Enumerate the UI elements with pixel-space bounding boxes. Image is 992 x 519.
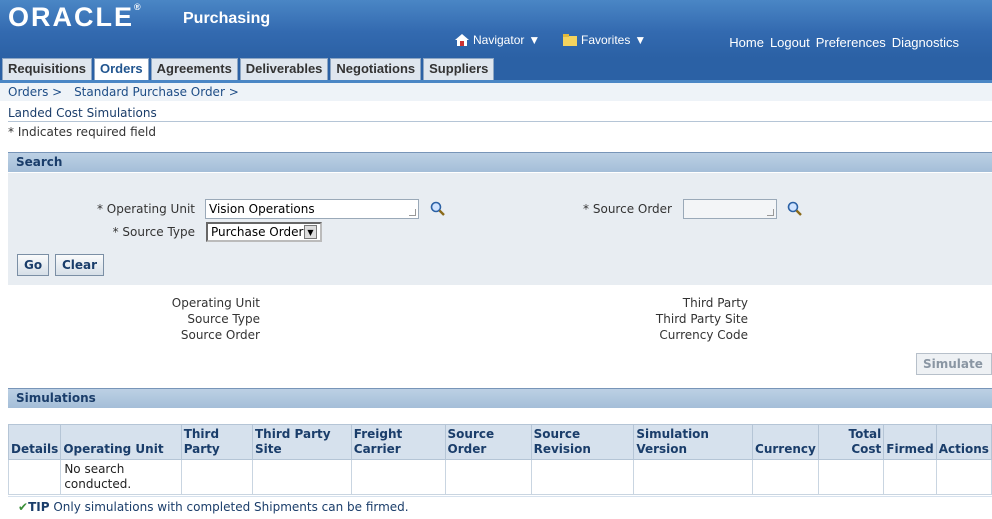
tab-orders[interactable]: Orders bbox=[94, 58, 149, 80]
table-header-row: Details Operating Unit Third Party Third… bbox=[7, 424, 992, 460]
table-cell bbox=[7, 459, 62, 495]
info-third-party: Third Party bbox=[682, 296, 748, 310]
search-lov-icon[interactable] bbox=[430, 201, 446, 217]
tab-bar: Requisitions Orders Agreements Deliverab… bbox=[0, 58, 992, 80]
tab-requisitions[interactable]: Requisitions bbox=[2, 58, 93, 80]
source-type-value: Purchase Order bbox=[211, 225, 304, 239]
search-lov-icon[interactable] bbox=[787, 201, 803, 217]
table-cell bbox=[530, 459, 635, 495]
info-third-party-site: Third Party Site bbox=[655, 312, 748, 326]
go-button[interactable]: Go bbox=[17, 254, 50, 276]
simulate-button[interactable]: Simulate bbox=[916, 353, 992, 375]
column-source-order: Source Order bbox=[444, 424, 532, 460]
tip-message: ✔TIP Only simulations with completed Shi… bbox=[18, 500, 409, 514]
table-cell bbox=[350, 459, 446, 495]
tip-text: Only simulations with completed Shipment… bbox=[53, 500, 409, 514]
home-icon bbox=[455, 34, 469, 46]
breadcrumb-orders[interactable]: Orders > bbox=[8, 85, 62, 99]
navigator-dropdown-icon[interactable]: ▼ bbox=[528, 33, 540, 47]
column-actions: Actions bbox=[935, 424, 992, 460]
column-simulation-version: Simulation Version bbox=[633, 424, 754, 460]
favorites-label[interactable]: Favorites bbox=[581, 33, 630, 47]
app-title: Purchasing bbox=[183, 10, 271, 27]
operating-unit-value: Vision Operations bbox=[209, 202, 315, 216]
source-order-input[interactable] bbox=[683, 199, 777, 219]
dropdown-arrow-icon[interactable]: ▼ bbox=[304, 225, 317, 239]
folder-star-icon bbox=[563, 34, 577, 46]
preferences-link[interactable]: Preferences bbox=[816, 35, 886, 50]
column-third-party: Third Party bbox=[180, 424, 254, 460]
tip-divider bbox=[8, 496, 992, 497]
navigator-label[interactable]: Navigator bbox=[473, 33, 524, 47]
source-type-label: * Source Type bbox=[112, 225, 195, 239]
info-currency-code: Currency Code bbox=[659, 328, 748, 342]
column-third-party-site: Third Party Site bbox=[252, 424, 352, 460]
operating-unit-input[interactable]: Vision Operations bbox=[205, 199, 419, 219]
table-cell bbox=[883, 459, 937, 495]
logout-link[interactable]: Logout bbox=[770, 35, 810, 50]
tab-deliverables[interactable]: Deliverables bbox=[239, 58, 329, 80]
checkmark-icon: ✔ bbox=[18, 500, 29, 514]
table-cell bbox=[935, 459, 992, 495]
table-cell bbox=[817, 459, 885, 495]
column-total-cost: Total Cost bbox=[817, 424, 885, 460]
global-links: Home Logout Preferences Diagnostics bbox=[729, 35, 959, 50]
favorites-dropdown-icon[interactable]: ▼ bbox=[634, 33, 646, 47]
title-divider bbox=[8, 121, 992, 122]
info-source-order: Source Order bbox=[180, 328, 260, 342]
navigator-menu[interactable]: Navigator ▼ bbox=[455, 33, 540, 47]
table-cell bbox=[752, 459, 819, 495]
column-currency: Currency bbox=[752, 424, 819, 460]
page-title: Landed Cost Simulations bbox=[8, 106, 157, 120]
tab-suppliers[interactable]: Suppliers bbox=[423, 58, 495, 80]
tab-agreements[interactable]: Agreements bbox=[150, 58, 238, 80]
diagnostics-link[interactable]: Diagnostics bbox=[892, 35, 959, 50]
home-link[interactable]: Home bbox=[729, 35, 764, 50]
column-source-revision: Source Revision bbox=[530, 424, 635, 460]
search-section-header: Search bbox=[8, 152, 992, 172]
clear-button[interactable]: Clear bbox=[55, 254, 105, 276]
breadcrumb: Orders > Standard Purchase Order > bbox=[8, 85, 247, 99]
column-freight-carrier: Freight Carrier bbox=[350, 424, 446, 460]
operating-unit-label: * Operating Unit bbox=[96, 202, 195, 216]
oracle-logo: ORACLE® bbox=[8, 2, 141, 32]
column-firmed: Firmed bbox=[883, 424, 937, 460]
favorites-menu[interactable]: Favorites ▼ bbox=[563, 33, 646, 47]
table-cell bbox=[633, 459, 754, 495]
column-details: Details bbox=[7, 424, 62, 460]
table-row: No search conducted. bbox=[7, 459, 992, 495]
required-field-note: * Indicates required field bbox=[8, 125, 157, 139]
simulations-section-header: Simulations bbox=[8, 388, 992, 408]
breadcrumb-standard-po[interactable]: Standard Purchase Order > bbox=[74, 85, 239, 99]
table-cell bbox=[180, 459, 254, 495]
table-cell bbox=[252, 459, 352, 495]
source-order-label: * Source Order bbox=[583, 202, 672, 216]
header-banner: ORACLE® Purchasing Navigator ▼ Favorites… bbox=[0, 0, 992, 58]
empty-message: No search conducted. bbox=[60, 459, 182, 495]
source-type-select[interactable]: Purchase Order ▼ bbox=[206, 222, 322, 242]
info-source-type: Source Type bbox=[187, 312, 260, 326]
simulations-table: Details Operating Unit Third Party Third… bbox=[7, 424, 992, 495]
resize-grip-icon bbox=[409, 209, 416, 216]
resize-grip-icon bbox=[767, 209, 774, 216]
tab-negotiations[interactable]: Negotiations bbox=[330, 58, 422, 80]
tip-label: TIP bbox=[28, 500, 50, 514]
table-cell bbox=[444, 459, 532, 495]
info-operating-unit: Operating Unit bbox=[171, 296, 260, 310]
column-operating-unit: Operating Unit bbox=[60, 424, 182, 460]
